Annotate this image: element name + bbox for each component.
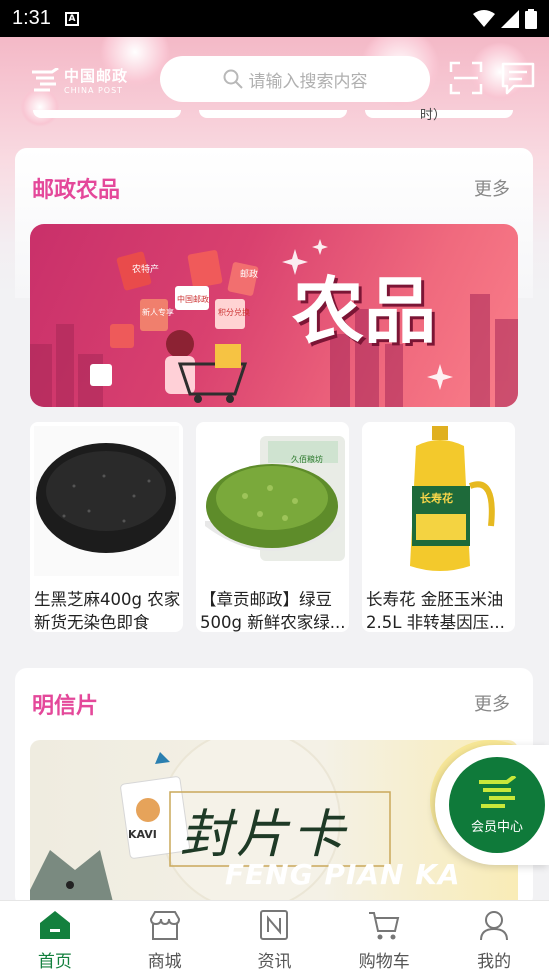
message-icon[interactable] (500, 60, 536, 96)
signal-icon (501, 9, 519, 28)
tab-cart[interactable]: 购物车 (329, 901, 439, 976)
tab-store[interactable]: 商城 (110, 901, 220, 976)
logo-text-cn: 中国邮政 (64, 67, 129, 85)
postcard-more-link[interactable]: 更多 (474, 690, 510, 716)
tab-news[interactable]: 资讯 (220, 901, 330, 976)
agri-more-link[interactable]: 更多 (474, 175, 510, 201)
member-center-badge: 会员中心 (449, 757, 545, 853)
product-card[interactable]: 生黑芝麻400g 农家新货无染色即食包... (30, 422, 183, 632)
product-image-sesame (34, 426, 179, 576)
postcard-banner-title: 封片卡 (180, 805, 349, 865)
status-time: 1:31 (12, 7, 51, 29)
logo-text-en: CHINA POST (64, 86, 124, 95)
search-placeholder: 请输入搜索内容 (248, 71, 368, 92)
banner-title: 农品 (292, 268, 437, 353)
banner-tag: 中国邮政 (177, 295, 209, 304)
product-name: 【章贡邮政】绿豆500g 新鲜农家绿... (200, 590, 346, 632)
store-icon (149, 911, 180, 940)
wifi-icon (473, 9, 495, 27)
agri-section-title: 邮政农品 (32, 178, 121, 203)
china-post-logo[interactable]: 中国邮政 CHINA POST (30, 65, 128, 95)
member-center-label: 会员中心 (470, 819, 523, 835)
banner-tag: 新人专享 (142, 308, 174, 317)
battery-icon (525, 8, 537, 29)
postcard-section-title: 明信片 (32, 694, 99, 719)
search-icon (223, 69, 243, 89)
product-brand-label: 长寿花 (420, 492, 453, 505)
postcard-banner-subtitle: FENG PIAN KA (225, 858, 461, 891)
news-icon (260, 910, 289, 940)
tab-label: 我的 (477, 952, 512, 972)
tab-profile[interactable]: 我的 (439, 901, 549, 976)
prev-card-text: 时） (420, 108, 447, 123)
prev-card-edge (199, 110, 347, 118)
tab-home[interactable]: 首页 (0, 901, 110, 976)
product-brand-label: 久佰粮坊 (291, 455, 323, 464)
post-logo-icon (32, 68, 59, 92)
agri-banner[interactable]: 农特产 邮政 中国邮政 新人专享 积分兑换 农品 (30, 224, 518, 407)
post-logo-icon (479, 775, 517, 808)
sim-icon: A (64, 11, 79, 26)
previous-section-edge: 时） (15, 108, 533, 132)
product-card[interactable]: 长寿花 长寿花 金胚玉米油2.5L 非转基因压... (362, 422, 515, 632)
product-name: 长寿花 金胚玉米油2.5L 非转基因压... (366, 590, 505, 632)
prev-card-edge (33, 110, 181, 118)
scan-icon[interactable] (448, 60, 484, 96)
banner-tag: 积分兑换 (218, 308, 250, 317)
banner-tag: 邮政 (240, 270, 259, 280)
home-icon (39, 911, 70, 939)
postcard-tag: KAVI (128, 828, 157, 841)
bottom-tab-bar: 首页 商城 资讯 购物车 我的 (0, 900, 549, 976)
product-card[interactable]: 久佰粮坊 【章贡邮政】绿豆500g 新鲜农家绿... (196, 422, 349, 632)
tab-label: 商城 (147, 952, 182, 972)
product-image-mung-beans (200, 426, 345, 576)
city-skyline-decoration (30, 239, 518, 407)
member-center-button[interactable]: 会员中心 (435, 745, 549, 865)
tab-label: 首页 (37, 952, 72, 972)
cart-icon (369, 912, 400, 940)
tab-label: 资讯 (257, 952, 292, 972)
status-bar: 1:31 A (0, 0, 549, 37)
user-icon (480, 911, 509, 941)
product-name: 生黑芝麻400g 农家新货无染色即食包... (34, 590, 181, 632)
tab-label: 购物车 (358, 952, 410, 972)
banner-tag: 农特产 (132, 265, 160, 275)
search-input[interactable]: 请输入搜索内容 (160, 56, 430, 102)
